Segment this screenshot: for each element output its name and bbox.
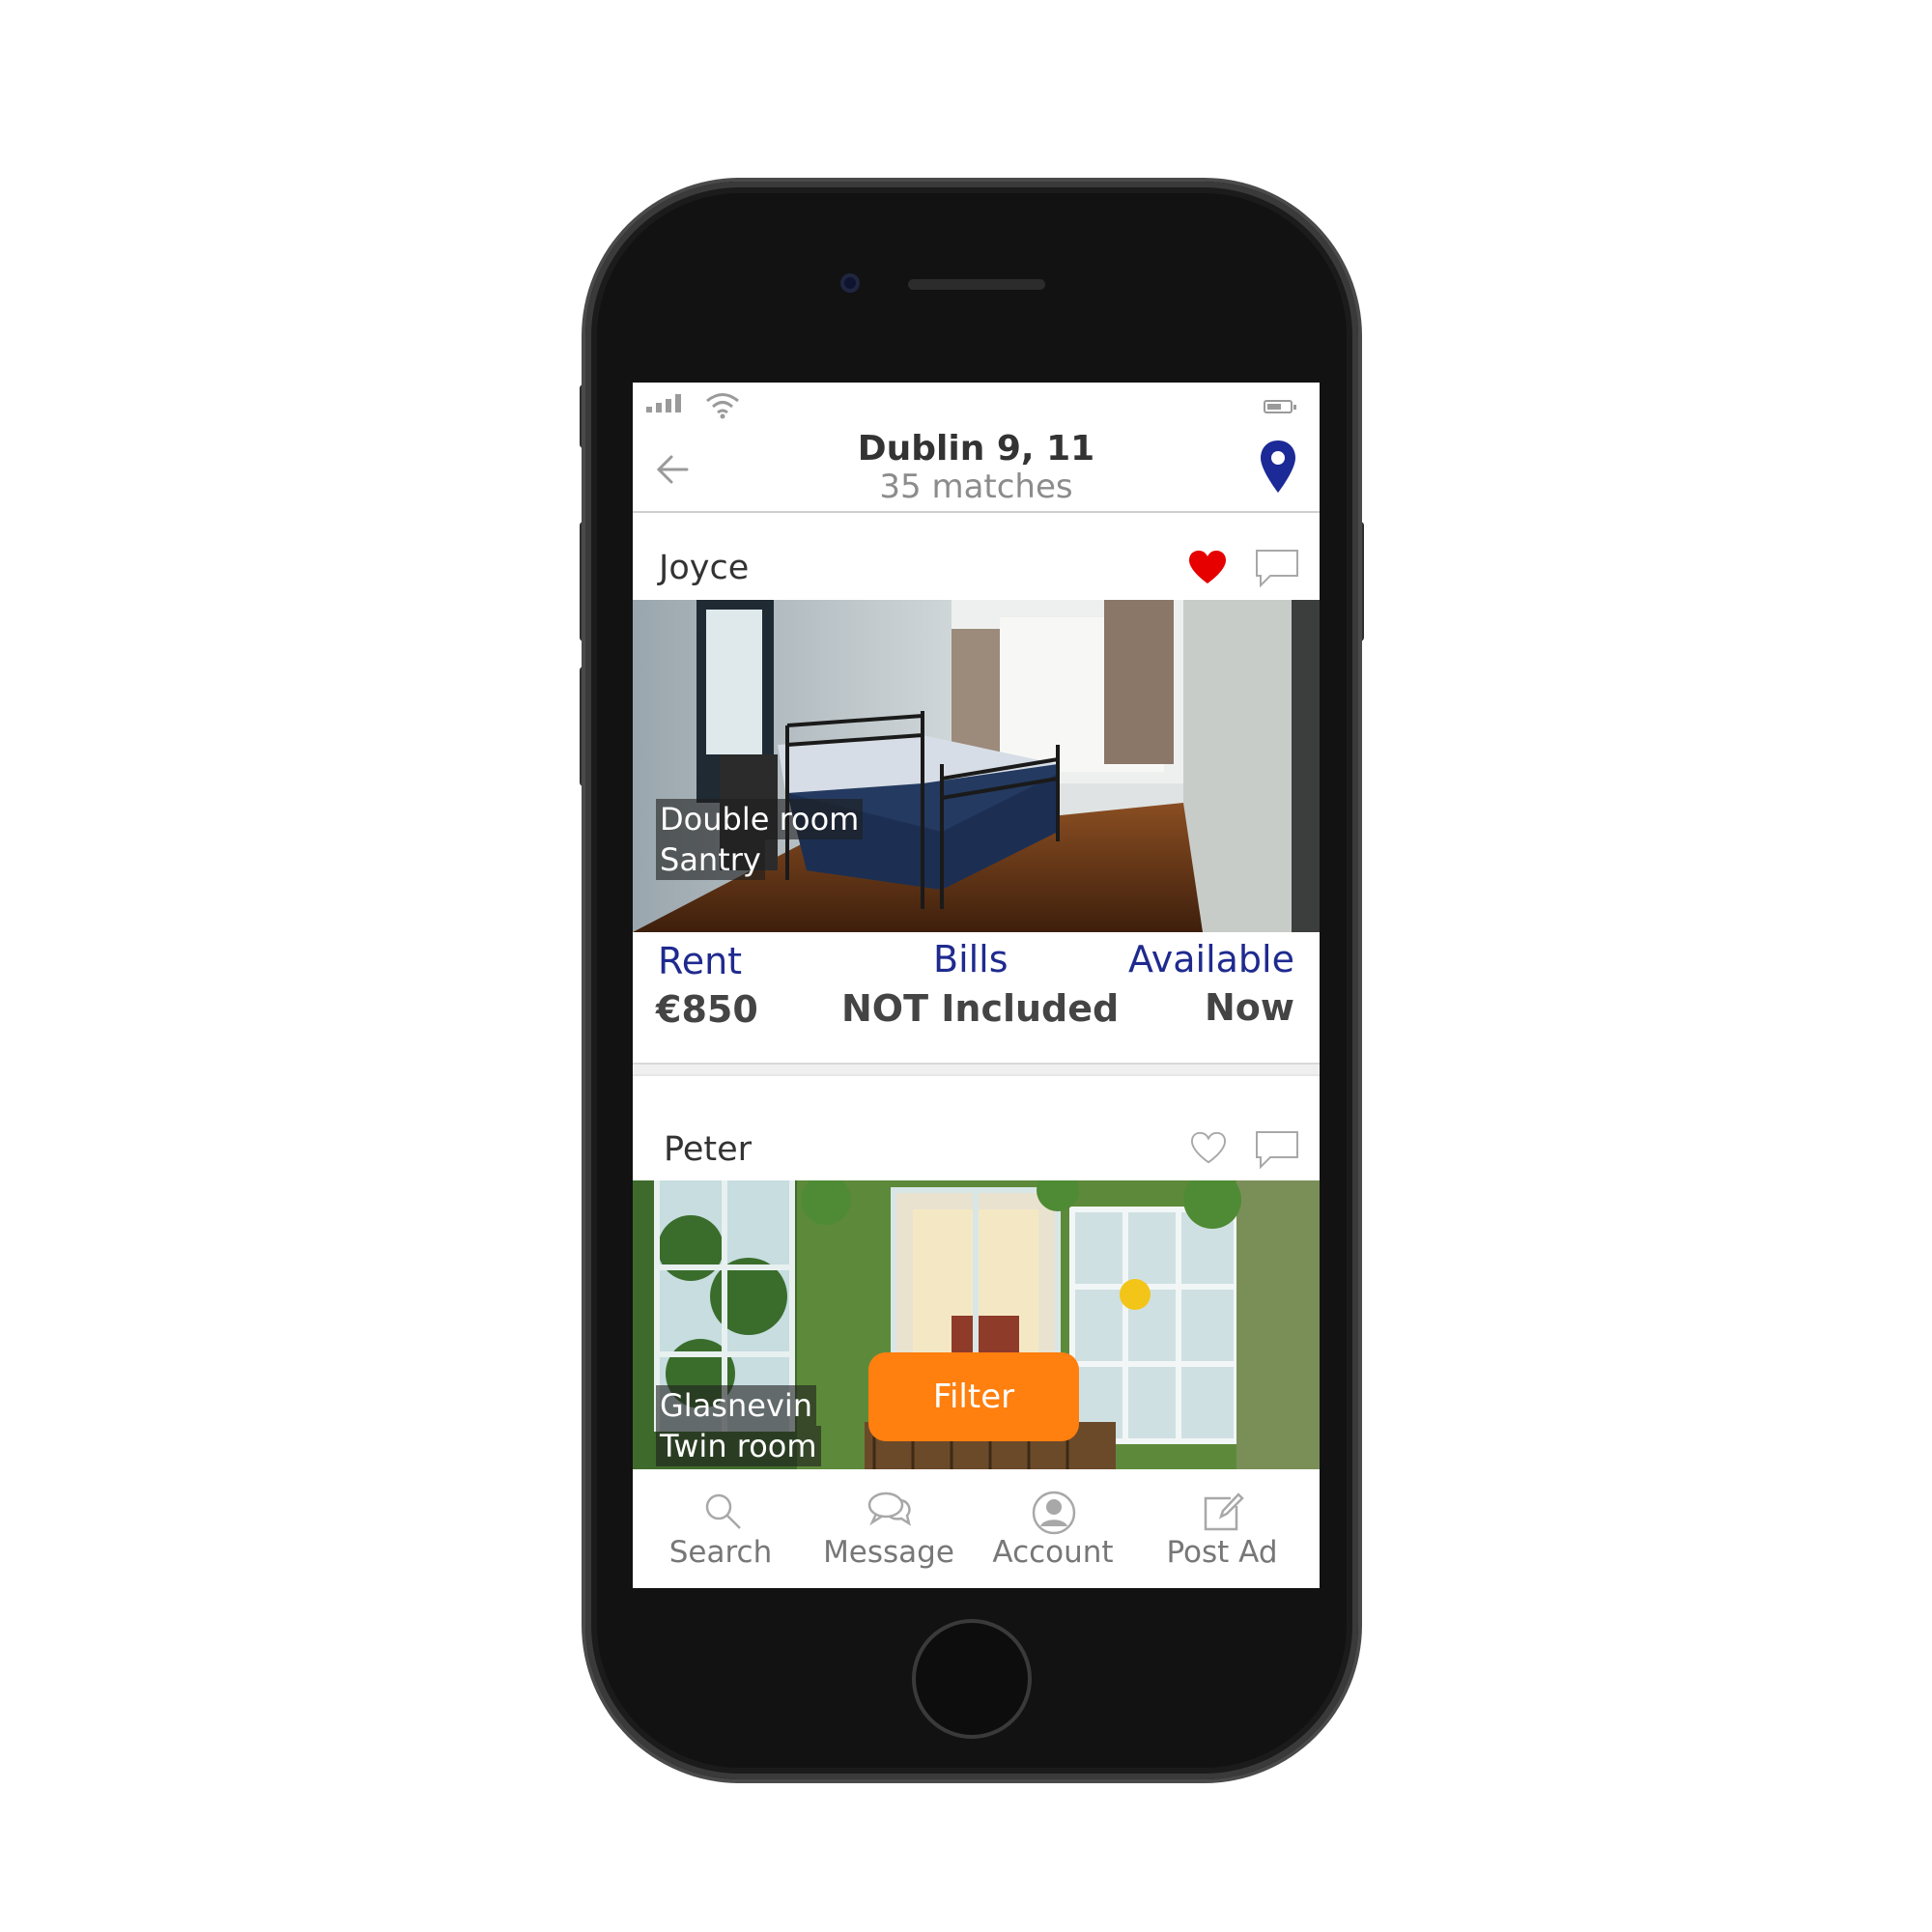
post-ad-icon bbox=[1204, 1492, 1244, 1531]
heart-filled-icon[interactable] bbox=[1187, 549, 1228, 585]
nav-label: Search bbox=[668, 1535, 773, 1570]
front-camera bbox=[840, 273, 860, 293]
match-count: 35 matches bbox=[879, 468, 1073, 506]
available-value: Now bbox=[1204, 986, 1294, 1029]
bills-value: NOT Included bbox=[841, 987, 1120, 1030]
listing-owner-name: Joyce bbox=[659, 549, 750, 587]
listing-photo[interactable]: Double room Santry bbox=[633, 600, 1320, 932]
app-screen: Dublin 9, 11 35 matches Joyce Double roo… bbox=[633, 383, 1320, 1588]
room-type-label: Double room bbox=[656, 799, 864, 839]
area-label: Glasnevin bbox=[656, 1385, 817, 1426]
wifi-icon bbox=[706, 393, 739, 419]
nav-label: Post Ad bbox=[1166, 1535, 1278, 1570]
battery-icon bbox=[1264, 400, 1296, 413]
chat-bubble-icon[interactable] bbox=[1255, 549, 1299, 587]
nav-item-account[interactable]: Account bbox=[980, 1469, 1125, 1588]
listing-divider bbox=[633, 1063, 1320, 1076]
map-pin-icon[interactable] bbox=[1258, 439, 1298, 495]
earpiece-speaker bbox=[908, 279, 1045, 290]
room-type-label: Twin room bbox=[656, 1426, 821, 1466]
listing-owner-name: Peter bbox=[664, 1130, 753, 1169]
signal-strength-icon bbox=[646, 394, 681, 412]
app-header: Dublin 9, 11 35 matches bbox=[633, 425, 1320, 513]
nav-item-search[interactable]: Search bbox=[658, 1469, 783, 1588]
nav-item-post-ad[interactable]: Post Ad bbox=[1150, 1469, 1294, 1588]
rent-label: Rent bbox=[658, 940, 743, 982]
page-title: Dublin 9, 11 bbox=[857, 429, 1095, 469]
filter-button[interactable]: Filter bbox=[868, 1352, 1079, 1441]
home-button[interactable] bbox=[912, 1619, 1032, 1739]
account-icon bbox=[1032, 1491, 1076, 1535]
nav-label: Account bbox=[992, 1535, 1114, 1570]
bills-label: Bills bbox=[933, 938, 1009, 980]
bottom-nav: Search Message Account Post Ad bbox=[633, 1469, 1320, 1588]
nav-item-message[interactable]: Message bbox=[816, 1469, 961, 1588]
nav-label: Message bbox=[823, 1535, 954, 1570]
rent-value: €850 bbox=[656, 988, 758, 1031]
heart-outline-icon[interactable] bbox=[1189, 1130, 1228, 1165]
chat-bubble-icon[interactable] bbox=[1255, 1130, 1299, 1169]
bedroom-photo bbox=[633, 600, 1320, 932]
area-label: Santry bbox=[656, 839, 765, 880]
search-icon bbox=[705, 1493, 741, 1529]
status-bar bbox=[633, 383, 1320, 425]
message-icon bbox=[867, 1492, 911, 1526]
available-label: Available bbox=[1127, 938, 1294, 980]
